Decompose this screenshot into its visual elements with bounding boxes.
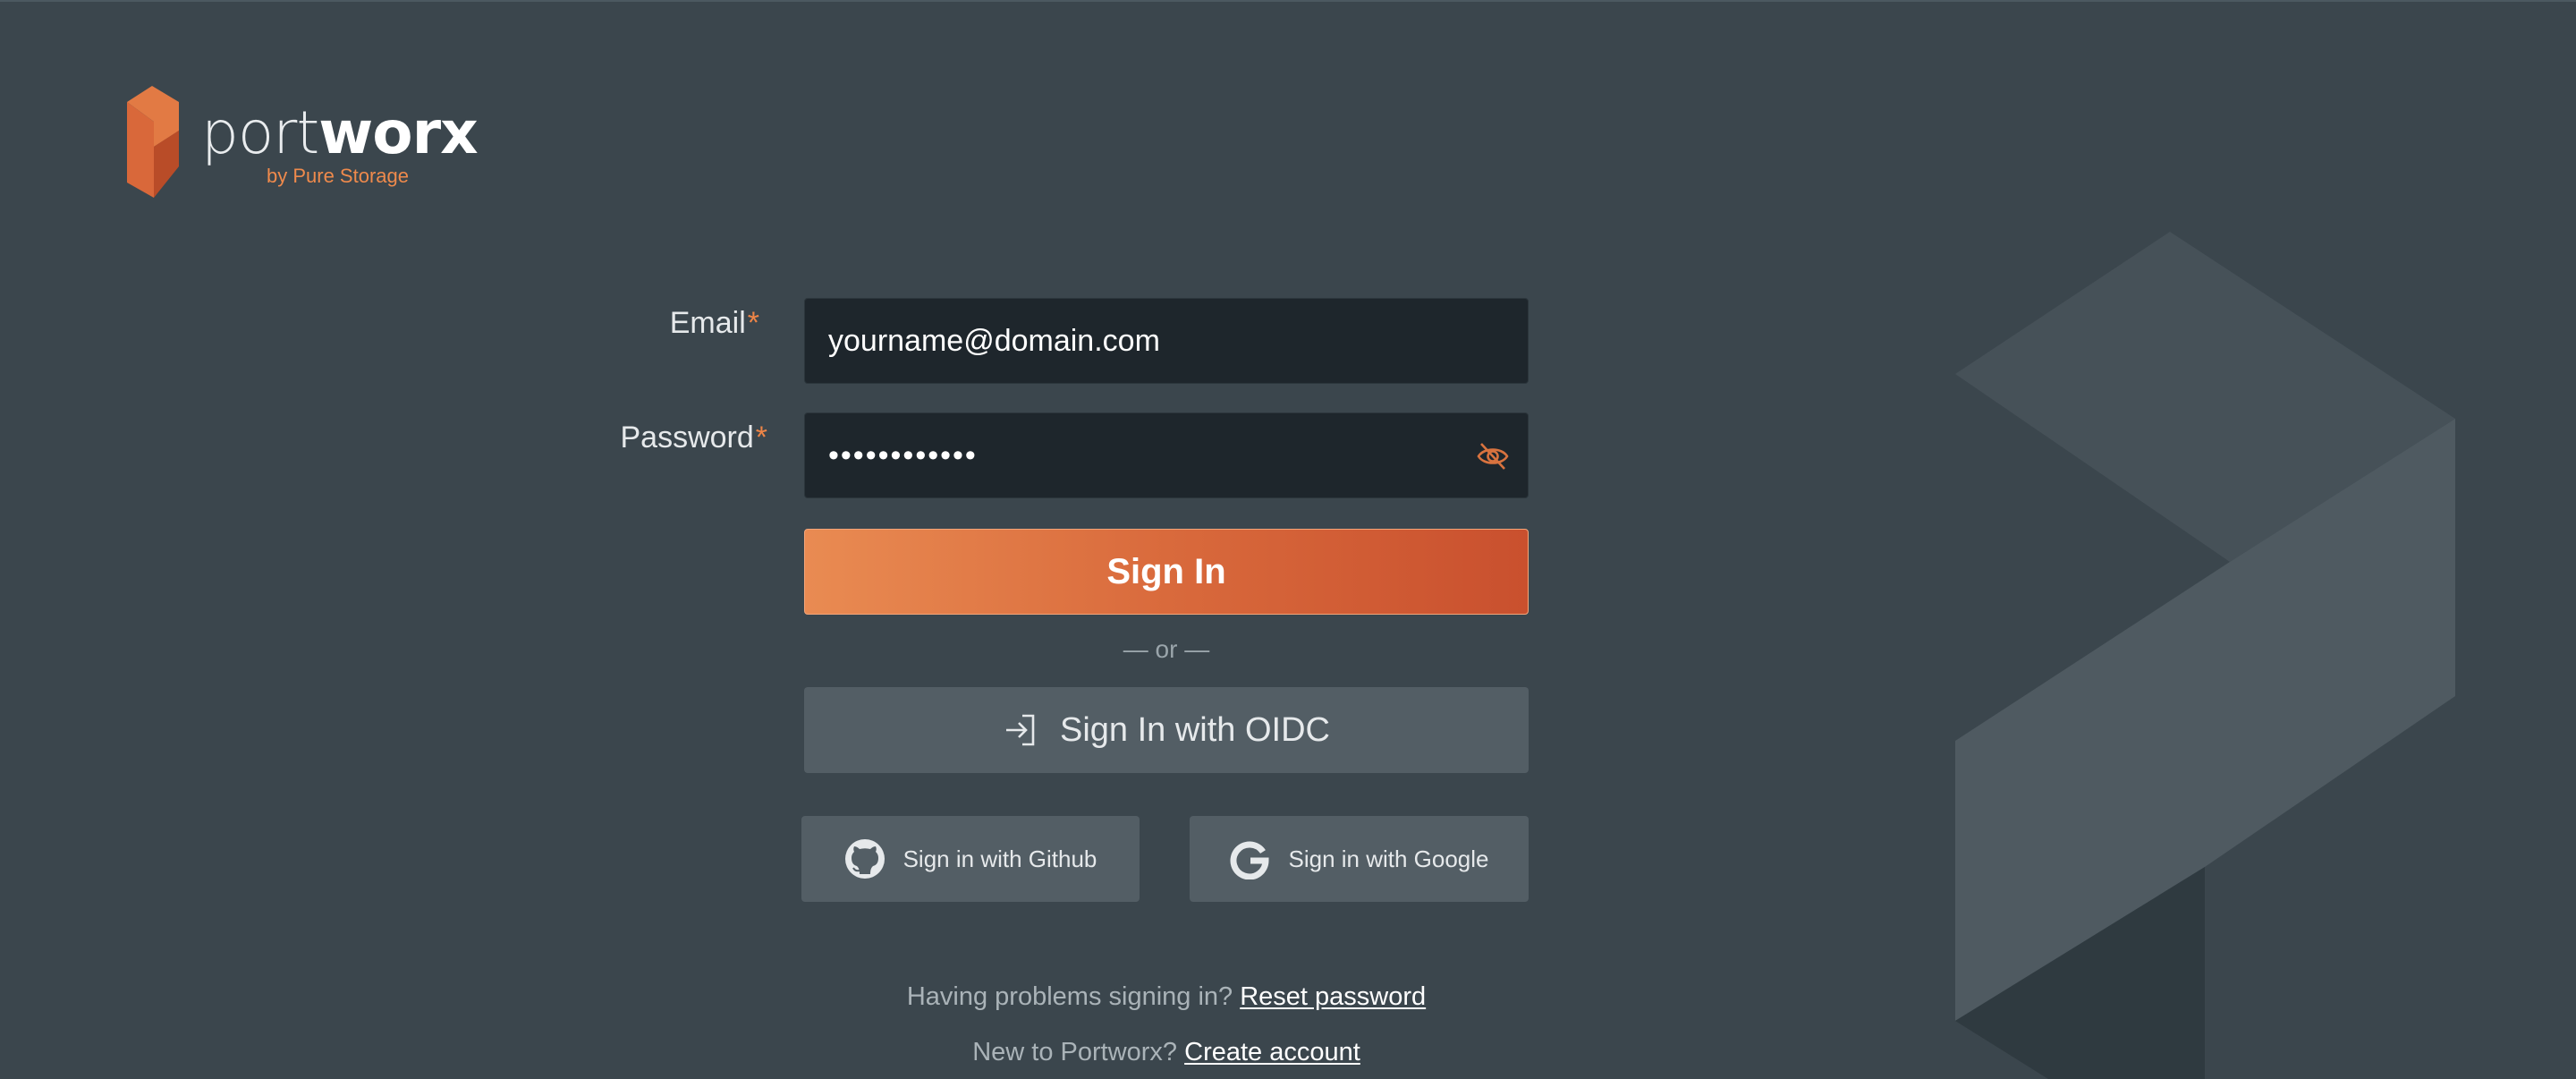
google-button-label: Sign in with Google [1288,845,1489,872]
brand-wordmark: portworx [201,104,479,163]
google-icon [1231,841,1270,879]
problems-text: Having problems signing in? [906,982,1233,1011]
github-icon [844,839,885,879]
email-field[interactable]: yourname@domain.com [804,298,1529,384]
sign-in-oidc-button[interactable]: Sign In with OIDC [804,687,1529,773]
password-field-value: •••••••••••• [828,438,978,472]
password-required-marker: * [755,421,767,455]
oidc-button-label: Sign In with OIDC [1060,710,1330,749]
password-label-text: Password [620,421,754,455]
or-divider: — or — [1123,635,1210,663]
create-account-line: New to Portworx? Create account [804,1038,1529,1067]
eye-slash-icon[interactable] [1476,440,1510,472]
password-label: Password* [410,421,767,455]
sign-in-github-button[interactable]: Sign in with Github [801,816,1140,902]
email-label-text: Email [669,306,746,340]
new-user-text: New to Portworx? [972,1038,1178,1066]
reset-password-link[interactable]: Reset password [1240,982,1426,1011]
sign-in-button[interactable]: Sign In [804,529,1529,615]
email-field-value: yourname@domain.com [828,323,1160,358]
sign-in-google-button[interactable]: Sign in with Google [1190,816,1529,902]
reset-help-line: Having problems signing in? Reset passwo… [804,982,1529,1012]
login-page: portworx by Pure Storage Email* yourname… [0,0,2576,1079]
brand-name-bold: worx [318,98,478,167]
sign-in-button-label: Sign In [1106,551,1226,591]
brand-name-light: port [201,98,319,167]
email-required-marker: * [747,306,759,340]
password-field[interactable]: •••••••••••• [804,412,1529,498]
create-account-link[interactable]: Create account [1184,1038,1360,1066]
email-label: Email* [402,306,759,341]
sign-in-arrow-icon [1006,714,1035,746]
brand-tagline: by Pure Storage [267,165,409,187]
github-button-label: Sign in with Github [902,845,1097,872]
